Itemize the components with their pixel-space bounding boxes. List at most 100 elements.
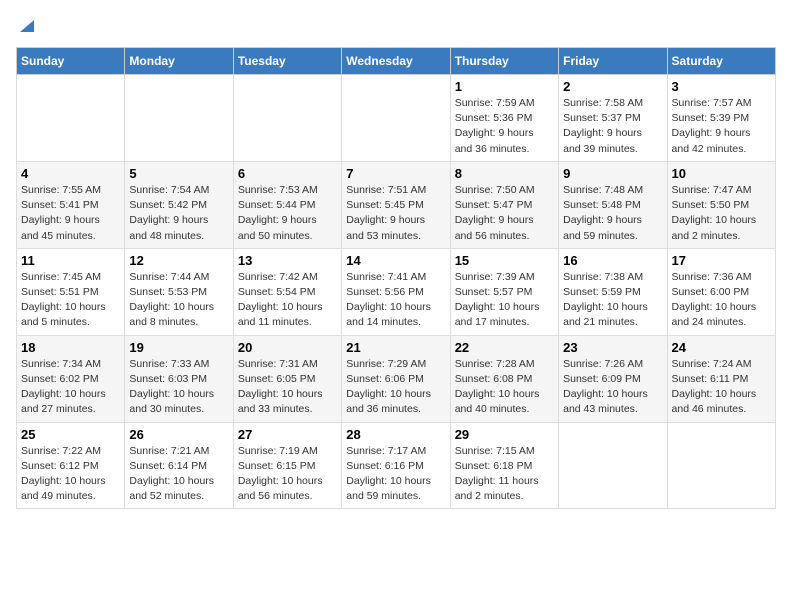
calendar-cell: 1Sunrise: 7:59 AMSunset: 5:36 PMDaylight… (450, 75, 558, 162)
day-number: 20 (238, 340, 337, 355)
day-number: 9 (563, 166, 662, 181)
calendar-cell: 3 Sunrise: 7:57 AMSunset: 5:39 PMDaylight… (667, 75, 775, 162)
calendar-cell (233, 75, 341, 162)
day-number: 13 (238, 253, 337, 268)
calendar-cell: 20 Sunrise: 7:31 AMSunset: 6:05 PMDayligh… (233, 335, 341, 422)
calendar-cell (125, 75, 233, 162)
day-header-monday: Monday (125, 48, 233, 75)
calendar-cell: 5 Sunrise: 7:54 AMSunset: 5:42 PMDaylight… (125, 161, 233, 248)
calendar-cell: 9Sunrise: 7:48 AMSunset: 5:48 PMDaylight… (559, 161, 667, 248)
day-number: 2 (563, 79, 662, 94)
day-number: 24 (672, 340, 771, 355)
calendar-cell: 24 Sunrise: 7:24 AMSunset: 6:11 PMDayligh… (667, 335, 775, 422)
day-detail: Sunrise: 7:15 AMSunset: 6:18 PMDaylight:… (455, 444, 554, 505)
day-number: 27 (238, 427, 337, 442)
calendar-cell: 15 Sunrise: 7:39 AMSunset: 5:57 PMDayligh… (450, 248, 558, 335)
logo (16, 16, 36, 39)
day-headers-row: SundayMondayTuesdayWednesdayThursdayFrid… (17, 48, 776, 75)
day-detail: Sunrise: 7:47 AMSunset: 5:50 PMDaylight:… (672, 183, 771, 244)
day-header-wednesday: Wednesday (342, 48, 450, 75)
day-detail: Sunrise: 7:55 AMSunset: 5:41 PMDaylight:… (21, 183, 120, 244)
day-detail: Sunrise: 7:38 AMSunset: 5:59 PMDaylight:… (563, 270, 662, 331)
day-detail: Sunrise: 7:21 AMSunset: 6:14 PMDaylight:… (129, 444, 228, 505)
day-detail: Sunrise: 7:24 AMSunset: 6:11 PMDaylight:… (672, 357, 771, 418)
day-number: 11 (21, 253, 120, 268)
calendar-cell: 19 Sunrise: 7:33 AMSunset: 6:03 PMDayligh… (125, 335, 233, 422)
day-number: 6 (238, 166, 337, 181)
week-row-1: 1Sunrise: 7:59 AMSunset: 5:36 PMDaylight… (17, 75, 776, 162)
week-row-4: 18 Sunrise: 7:34 AMSunset: 6:02 PMDayligh… (17, 335, 776, 422)
calendar-cell: 21 Sunrise: 7:29 AMSunset: 6:06 PMDayligh… (342, 335, 450, 422)
day-number: 3 (672, 79, 771, 94)
day-number: 15 (455, 253, 554, 268)
day-number: 26 (129, 427, 228, 442)
day-number: 1 (455, 79, 554, 94)
calendar-cell: 11 Sunrise: 7:45 AMSunset: 5:51 PMDayligh… (17, 248, 125, 335)
calendar-cell: 25Sunrise: 7:22 AMSunset: 6:12 PMDayligh… (17, 422, 125, 509)
day-number: 12 (129, 253, 228, 268)
day-detail: Sunrise: 7:33 AMSunset: 6:03 PMDaylight:… (129, 357, 228, 418)
day-detail: Sunrise: 7:19 AMSunset: 6:15 PMDaylight:… (238, 444, 337, 505)
day-number: 7 (346, 166, 445, 181)
day-detail: Sunrise: 7:34 AMSunset: 6:02 PMDaylight:… (21, 357, 120, 418)
week-row-2: 4 Sunrise: 7:55 AMSunset: 5:41 PMDaylight… (17, 161, 776, 248)
day-detail: Sunrise: 7:36 AMSunset: 6:00 PMDaylight:… (672, 270, 771, 331)
day-detail: Sunrise: 7:17 AMSunset: 6:16 PMDaylight:… (346, 444, 445, 505)
calendar-cell: 26 Sunrise: 7:21 AMSunset: 6:14 PMDayligh… (125, 422, 233, 509)
day-number: 22 (455, 340, 554, 355)
day-detail: Sunrise: 7:51 AMSunset: 5:45 PMDaylight:… (346, 183, 445, 244)
day-number: 4 (21, 166, 120, 181)
day-detail: Sunrise: 7:58 AMSunset: 5:37 PMDaylight:… (563, 96, 662, 157)
calendar-cell: 29 Sunrise: 7:15 AMSunset: 6:18 PMDayligh… (450, 422, 558, 509)
day-detail: Sunrise: 7:45 AMSunset: 5:51 PMDaylight:… (21, 270, 120, 331)
day-detail: Sunrise: 7:44 AMSunset: 5:53 PMDaylight:… (129, 270, 228, 331)
calendar-table: SundayMondayTuesdayWednesdayThursdayFrid… (16, 47, 776, 509)
day-number: 28 (346, 427, 445, 442)
header (16, 16, 776, 39)
day-header-sunday: Sunday (17, 48, 125, 75)
calendar-cell (559, 422, 667, 509)
calendar-cell: 7 Sunrise: 7:51 AMSunset: 5:45 PMDaylight… (342, 161, 450, 248)
calendar-cell: 12 Sunrise: 7:44 AMSunset: 5:53 PMDayligh… (125, 248, 233, 335)
calendar-cell: 10 Sunrise: 7:47 AMSunset: 5:50 PMDayligh… (667, 161, 775, 248)
day-detail: Sunrise: 7:29 AMSunset: 6:06 PMDaylight:… (346, 357, 445, 418)
calendar-cell: 2 Sunrise: 7:58 AMSunset: 5:37 PMDaylight… (559, 75, 667, 162)
day-number: 29 (455, 427, 554, 442)
calendar-cell: 23Sunrise: 7:26 AMSunset: 6:09 PMDayligh… (559, 335, 667, 422)
day-number: 16 (563, 253, 662, 268)
day-header-tuesday: Tuesday (233, 48, 341, 75)
day-detail: Sunrise: 7:39 AMSunset: 5:57 PMDaylight:… (455, 270, 554, 331)
calendar-cell: 4 Sunrise: 7:55 AMSunset: 5:41 PMDaylight… (17, 161, 125, 248)
day-number: 21 (346, 340, 445, 355)
calendar-cell (17, 75, 125, 162)
day-number: 17 (672, 253, 771, 268)
calendar-cell: 14 Sunrise: 7:41 AMSunset: 5:56 PMDayligh… (342, 248, 450, 335)
day-number: 19 (129, 340, 228, 355)
day-number: 10 (672, 166, 771, 181)
calendar-cell: 22 Sunrise: 7:28 AMSunset: 6:08 PMDayligh… (450, 335, 558, 422)
day-detail: Sunrise: 7:26 AMSunset: 6:09 PMDaylight:… (563, 357, 662, 418)
logo-triangle-icon (18, 16, 36, 34)
day-detail: Sunrise: 7:54 AMSunset: 5:42 PMDaylight:… (129, 183, 228, 244)
day-header-thursday: Thursday (450, 48, 558, 75)
calendar-cell: 13 Sunrise: 7:42 AMSunset: 5:54 PMDayligh… (233, 248, 341, 335)
calendar-cell (342, 75, 450, 162)
day-detail: Sunrise: 7:50 AMSunset: 5:47 PMDaylight:… (455, 183, 554, 244)
week-row-5: 25Sunrise: 7:22 AMSunset: 6:12 PMDayligh… (17, 422, 776, 509)
day-detail: Sunrise: 7:57 AMSunset: 5:39 PMDaylight:… (672, 96, 771, 157)
day-detail: Sunrise: 7:41 AMSunset: 5:56 PMDaylight:… (346, 270, 445, 331)
day-number: 25 (21, 427, 120, 442)
week-row-3: 11 Sunrise: 7:45 AMSunset: 5:51 PMDayligh… (17, 248, 776, 335)
calendar-cell: 18 Sunrise: 7:34 AMSunset: 6:02 PMDayligh… (17, 335, 125, 422)
day-number: 14 (346, 253, 445, 268)
calendar-cell: 16 Sunrise: 7:38 AMSunset: 5:59 PMDayligh… (559, 248, 667, 335)
day-number: 18 (21, 340, 120, 355)
day-number: 5 (129, 166, 228, 181)
day-detail: Sunrise: 7:53 AMSunset: 5:44 PMDaylight:… (238, 183, 337, 244)
calendar-cell: 17 Sunrise: 7:36 AMSunset: 6:00 PMDayligh… (667, 248, 775, 335)
day-detail: Sunrise: 7:28 AMSunset: 6:08 PMDaylight:… (455, 357, 554, 418)
calendar-cell (667, 422, 775, 509)
day-detail: Sunrise: 7:42 AMSunset: 5:54 PMDaylight:… (238, 270, 337, 331)
calendar-cell: 28 Sunrise: 7:17 AMSunset: 6:16 PMDayligh… (342, 422, 450, 509)
day-detail: Sunrise: 7:31 AMSunset: 6:05 PMDaylight:… (238, 357, 337, 418)
